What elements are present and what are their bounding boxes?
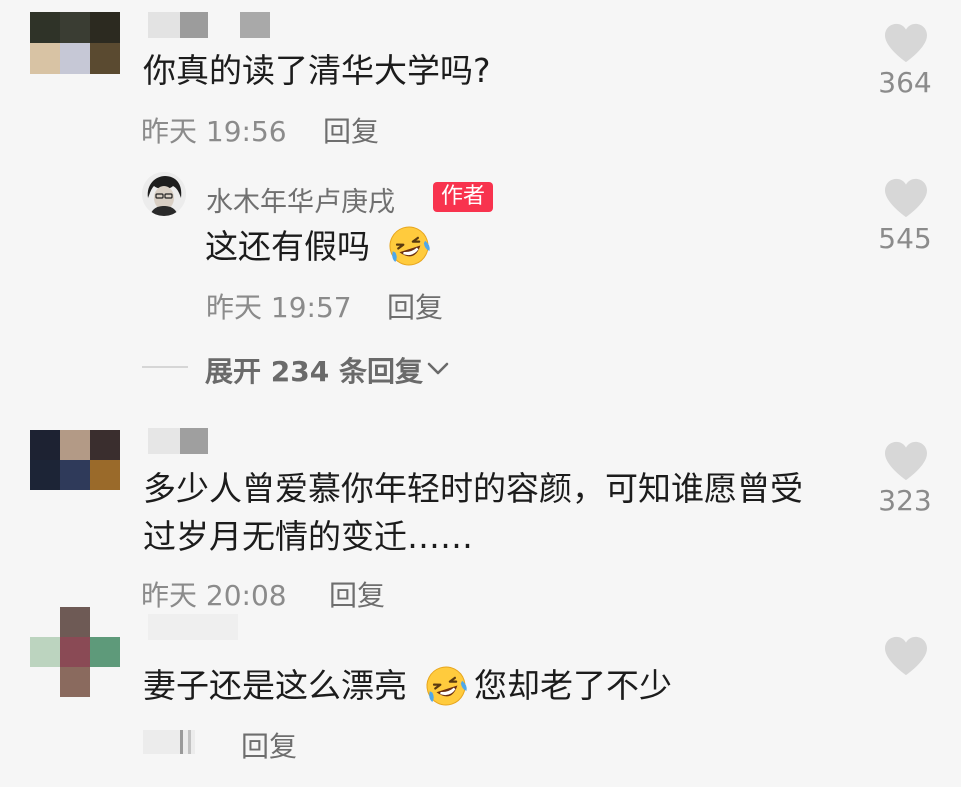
reply-time: 昨天 19:57 — [206, 291, 352, 324]
comment-text-line: 多少人曾爱慕你年轻时的容颜，可知谁愿曾受 — [143, 469, 803, 508]
author-avatar[interactable] — [142, 172, 186, 216]
like-count: 323 — [878, 484, 932, 517]
comment-text: 妻子还是这么漂亮 — [143, 666, 407, 705]
comment-time-blurred — [188, 730, 191, 754]
heart-icon[interactable] — [883, 440, 929, 482]
avatar[interactable] — [30, 12, 120, 74]
comment-time-blurred — [180, 730, 183, 754]
comment-text: 您却老了不少 — [474, 666, 672, 705]
reply-button[interactable]: 回复 — [323, 110, 379, 150]
username-blurred — [180, 428, 208, 454]
like-count: 545 — [878, 222, 932, 255]
heart-icon[interactable] — [883, 22, 929, 64]
comment-time: 昨天 20:08 — [141, 579, 287, 612]
grinning-squinting-tears-emoji — [389, 226, 430, 266]
author-badge: 作者 — [433, 182, 494, 212]
reply-button[interactable]: 回复 — [329, 574, 385, 614]
chevron-down-icon[interactable] — [424, 356, 452, 380]
avatar[interactable] — [30, 430, 120, 490]
grinning-squinting-tears-emoji — [426, 666, 467, 706]
reply-button[interactable]: 回复 — [387, 286, 443, 326]
username-blurred[interactable] — [148, 614, 238, 640]
like-count: 364 — [878, 66, 932, 99]
username-blurred[interactable] — [148, 12, 180, 38]
author-name[interactable]: 水木年华卢庚戌 — [206, 180, 395, 219]
reply-text: 这还有假吗 — [205, 227, 370, 266]
username-blurred — [180, 12, 208, 38]
heart-icon[interactable] — [883, 177, 929, 219]
comment-text-line: 过岁月无情的变迁…… — [143, 517, 473, 556]
username-blurred — [240, 12, 270, 38]
avatar[interactable] — [30, 607, 120, 697]
username-blurred[interactable] — [148, 428, 180, 454]
divider — [142, 366, 188, 368]
author-portrait-icon — [142, 172, 186, 216]
heart-icon[interactable] — [883, 635, 929, 677]
expand-replies-button[interactable]: 展开 234 条回复 — [205, 350, 423, 390]
comment-text: 你真的读了清华大学吗? — [143, 51, 491, 90]
reply-button[interactable]: 回复 — [241, 725, 297, 765]
comment-list: 你真的读了清华大学吗? 昨天 19:56 回复 364 水木年华卢庚戌 作者 这… — [0, 0, 961, 787]
comment-time: 昨天 19:56 — [141, 115, 287, 148]
